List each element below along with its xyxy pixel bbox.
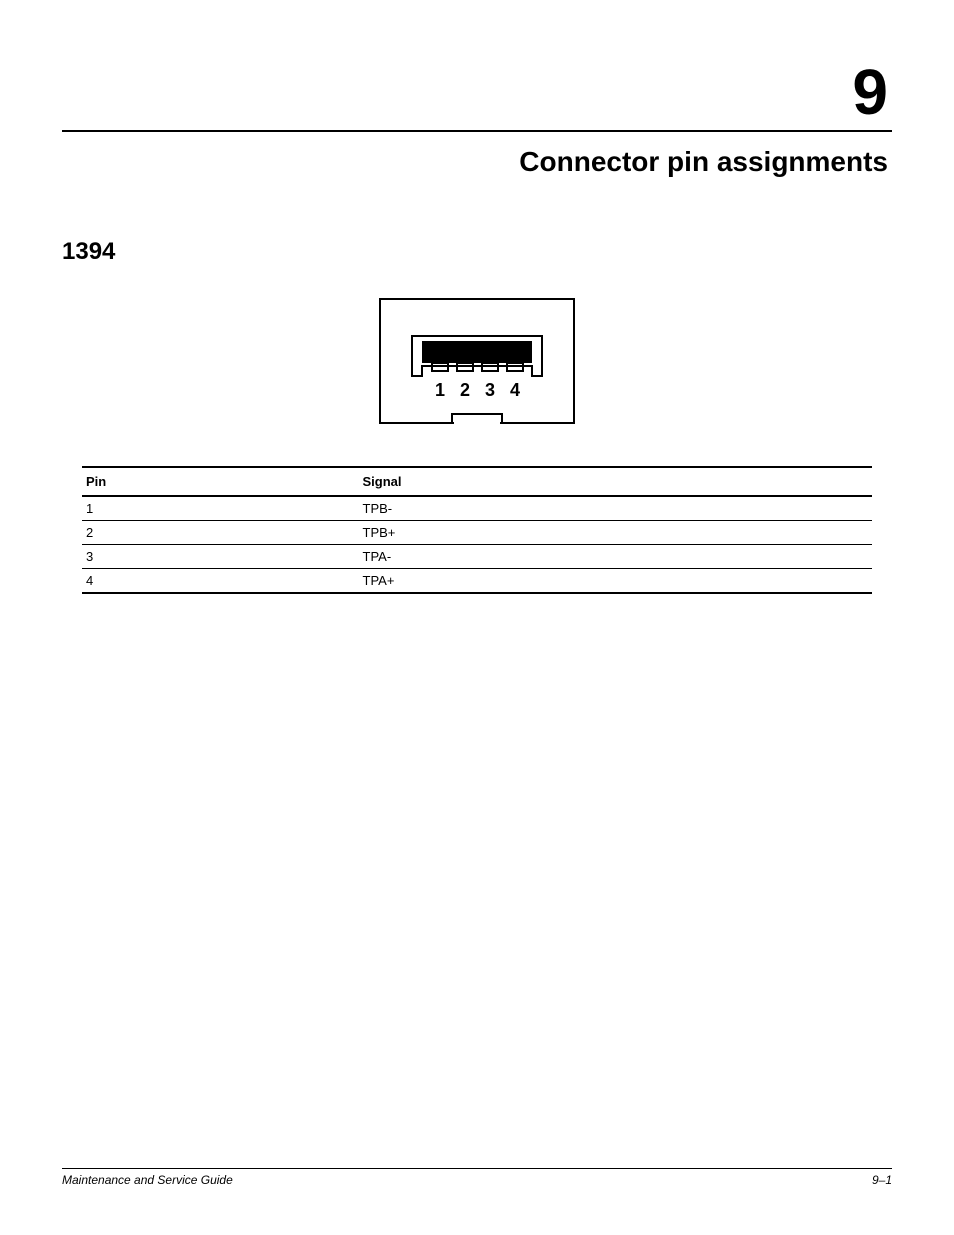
chapter-rule	[62, 130, 892, 132]
chapter-title: Connector pin assignments	[62, 146, 892, 178]
cell-pin: 4	[82, 569, 359, 594]
page: 9 Connector pin assignments 1394 1 2 3 4…	[0, 0, 954, 1235]
footer-right: 9–1	[872, 1173, 892, 1187]
cell-pin: 1	[82, 496, 359, 521]
footer-rule	[62, 1168, 892, 1169]
table-row: 3 TPA-	[82, 545, 872, 569]
cell-pin: 2	[82, 521, 359, 545]
chapter-number: 9	[62, 60, 892, 124]
table-row: 2 TPB+	[82, 521, 872, 545]
cell-signal: TPA+	[359, 569, 873, 594]
figure-pin-label-1: 1	[435, 380, 445, 400]
figure-pin-label-3: 3	[485, 380, 495, 400]
cell-signal: TPA-	[359, 545, 873, 569]
connector-1394-figure: 1 2 3 4	[377, 296, 577, 426]
figure-pin-label-4: 4	[510, 380, 520, 400]
table-row: 1 TPB-	[82, 496, 872, 521]
figure-pin-label-2: 2	[460, 380, 470, 400]
table-row: 4 TPA+	[82, 569, 872, 594]
table-header-row: Pin Signal	[82, 467, 872, 496]
table-header-pin: Pin	[82, 467, 359, 496]
pin-assignment-table: Pin Signal 1 TPB- 2 TPB+ 3 TPA- 4 TPA+	[82, 466, 872, 594]
page-footer: Maintenance and Service Guide 9–1	[62, 1168, 892, 1187]
cell-signal: TPB-	[359, 496, 873, 521]
cell-pin: 3	[82, 545, 359, 569]
table-header-signal: Signal	[359, 467, 873, 496]
cell-signal: TPB+	[359, 521, 873, 545]
footer-left: Maintenance and Service Guide	[62, 1173, 233, 1187]
section-title-1394: 1394	[62, 238, 892, 266]
